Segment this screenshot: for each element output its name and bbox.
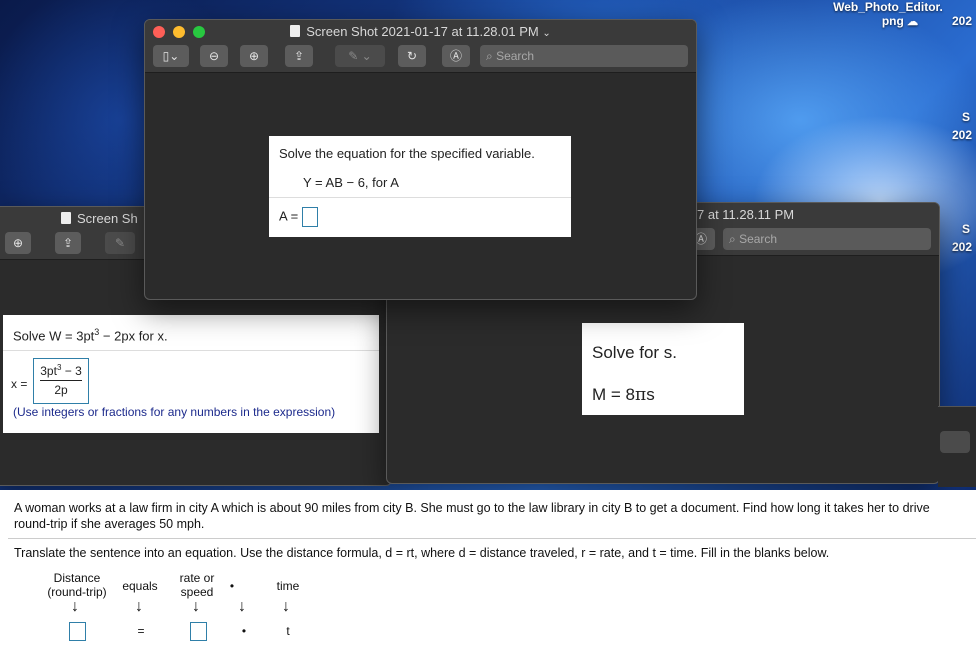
question-equation: M = 8πs xyxy=(592,385,655,405)
prompt-prefix: Solve W = 3pt xyxy=(13,328,95,344)
question-card-right: Solve for s. M = 8πs xyxy=(582,323,744,415)
divider xyxy=(269,197,571,198)
search-field[interactable]: ⌕ Search xyxy=(480,45,688,67)
zoom-in-icon: ⊕ xyxy=(248,49,260,63)
down-arrow-icon: ↓ xyxy=(282,598,290,615)
prompt-suffix: − 2px for x. xyxy=(99,328,168,344)
desktop-edge-label: 202 xyxy=(952,14,973,28)
pi-symbol: π xyxy=(635,385,647,405)
question-card-front: Solve the equation for the specified var… xyxy=(269,136,571,237)
rotate-icon: ↻ xyxy=(406,49,418,63)
numerator-base: 3pt xyxy=(40,364,57,378)
problem-panel: A woman works at a law firm in city A wh… xyxy=(0,490,976,650)
search-placeholder: Search xyxy=(739,232,778,246)
markup-icon: Ⓐ xyxy=(449,49,462,63)
equals-column-label: equals xyxy=(122,579,158,593)
multiply-dot: • xyxy=(241,624,247,638)
sidebar-toggle-button[interactable]: ▯⌄ xyxy=(153,45,189,67)
search-placeholder: Search xyxy=(496,49,535,63)
window-title-row: Screen Sh xyxy=(61,211,138,226)
distance-label-line1: Distance xyxy=(53,571,101,585)
down-arrow-icon: ↓ xyxy=(71,598,79,615)
question-prompt: Solve W = 3pt3 − 2px for x. xyxy=(13,327,168,343)
desktop-file-web-photo-editor[interactable]: Web_Photo_Editor. png ☁ xyxy=(828,0,948,28)
zoom-in-button[interactable]: ⊕ xyxy=(5,232,31,254)
rate-answer-box[interactable] xyxy=(190,622,207,641)
answer-fraction-box[interactable]: 3pt3 − 3 2p xyxy=(33,358,89,404)
zoom-in-button[interactable]: ⊕ xyxy=(240,45,268,67)
rate-label-line1: rate or xyxy=(179,571,215,585)
desktop-edge-label: 202 xyxy=(952,128,973,142)
time-column-label: time xyxy=(276,579,300,593)
equals-sign: = xyxy=(137,624,145,638)
search-field[interactable]: ⌕ Search xyxy=(723,228,931,250)
fraction-numerator: 3pt3 − 3 xyxy=(34,363,88,378)
answer-label: A = xyxy=(279,208,299,224)
document-icon xyxy=(290,25,301,37)
background-window-edge[interactable] xyxy=(938,406,976,487)
distance-label-line2: (round-trip) xyxy=(47,585,107,599)
distance-column-label: Distance (round-trip) xyxy=(40,571,114,599)
search-icon: ⌕ xyxy=(486,49,493,63)
divider xyxy=(3,350,379,351)
pen-icon: ✎ ⌄ xyxy=(348,49,372,63)
question-instruction: Solve the equation for the specified var… xyxy=(279,146,535,161)
markup-button[interactable]: ✎ xyxy=(105,232,135,254)
share-button[interactable]: ⇪ xyxy=(55,232,81,254)
down-arrow-icon: ↓ xyxy=(238,598,246,615)
question-equation: Y = AB − 6, for A xyxy=(303,175,399,190)
fraction-denominator: 2p xyxy=(54,383,68,397)
fraction-bar xyxy=(40,380,82,381)
share-icon: ⇪ xyxy=(62,236,74,250)
time-variable: t xyxy=(286,624,290,638)
desktop-file-ext: png xyxy=(881,14,904,28)
window-title: 7 at 11.28.11 PM xyxy=(697,207,795,222)
markup-toolbar-button[interactable]: ✎ ⌄ xyxy=(335,45,385,67)
document-icon xyxy=(61,212,71,224)
problem-text: A woman works at a law firm in city A wh… xyxy=(14,501,930,531)
zoom-out-button[interactable]: ⊖ xyxy=(200,45,228,67)
zoom-in-icon: ⊕ xyxy=(12,236,24,250)
question-card-left: Solve W = 3pt3 − 2px for x. x = 3pt3 − 3… xyxy=(3,315,379,433)
dot-column-label: • xyxy=(229,579,235,593)
background-window-button[interactable] xyxy=(940,431,970,453)
markup-circle-button[interactable]: Ⓐ xyxy=(442,45,470,67)
search-icon: ⌕ xyxy=(729,232,736,246)
input-hint: (Use integers or fractions for any numbe… xyxy=(13,405,336,419)
x-label: x = xyxy=(11,377,28,391)
window-title: Screen Shot 2021-01-17 at 11.28.01 PM xyxy=(306,24,539,39)
window-title-row[interactable]: Screen Shot 2021-01-17 at 11.28.01 PM ⌄ xyxy=(145,24,696,39)
question-heading: Solve for s. xyxy=(592,343,678,362)
desktop-edge-label: S xyxy=(962,110,971,124)
preview-window-front[interactable]: Screen Shot 2021-01-17 at 11.28.01 PM ⌄ … xyxy=(144,19,697,300)
desktop-edge-label: 202 xyxy=(952,240,973,254)
down-arrow-icon: ↓ xyxy=(192,598,200,615)
cloud-icon: ☁ xyxy=(907,16,919,28)
problem-instruction: Translate the sentence into an equation.… xyxy=(14,546,830,560)
share-button[interactable]: ⇪ xyxy=(285,45,313,67)
distance-answer-box[interactable] xyxy=(69,622,86,641)
desktop-edge-label: S xyxy=(962,222,971,236)
window-title: Screen Sh xyxy=(77,211,138,226)
pen-icon: ✎ xyxy=(114,236,126,250)
equation-prefix: M = 8 xyxy=(592,385,635,404)
titlebar[interactable]: Screen Shot 2021-01-17 at 11.28.01 PM ⌄ … xyxy=(145,20,696,73)
down-arrow-icon: ↓ xyxy=(135,598,143,615)
rate-label-line2: speed xyxy=(180,585,214,599)
sidebar-icon: ▯⌄ xyxy=(162,49,180,63)
divider xyxy=(8,538,976,539)
chevron-down-icon: ⌄ xyxy=(542,28,551,39)
share-icon: ⇪ xyxy=(293,49,305,63)
desktop-file-name: Web_Photo_Editor. xyxy=(833,0,943,14)
answer-input-box[interactable] xyxy=(301,207,318,227)
equation-suffix: s xyxy=(646,385,655,404)
rotate-button[interactable]: ↻ xyxy=(398,45,426,67)
numerator-tail: − 3 xyxy=(61,364,82,378)
answer-row: A = xyxy=(279,207,318,227)
zoom-out-icon: ⊖ xyxy=(208,49,220,63)
desktop-file-ext-row: png ☁ xyxy=(852,14,948,28)
rate-column-label: rate or speed xyxy=(172,571,222,599)
